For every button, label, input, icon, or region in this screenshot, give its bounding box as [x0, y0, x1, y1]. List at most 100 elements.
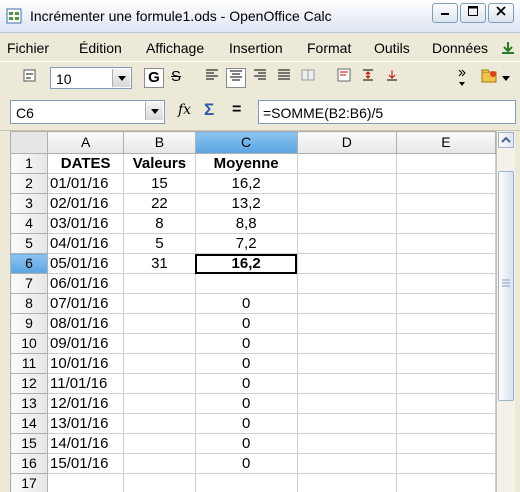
name-box[interactable]: C6: [10, 100, 165, 124]
cell-e4[interactable]: [395, 213, 496, 234]
vertical-scrollbar[interactable]: [496, 131, 515, 492]
row-header[interactable]: 4: [10, 213, 49, 234]
cell-d2[interactable]: [296, 173, 397, 194]
cell-e5[interactable]: [395, 233, 496, 254]
cell-d17[interactable]: [296, 473, 397, 492]
cell-e15[interactable]: [395, 433, 496, 454]
cell-c7[interactable]: [194, 273, 298, 294]
cell-a15[interactable]: 14/01/16: [47, 433, 125, 454]
row-header[interactable]: 9: [10, 313, 49, 334]
cell-d12[interactable]: [296, 373, 397, 394]
column-header-a[interactable]: A: [47, 131, 125, 154]
cell-b15[interactable]: [123, 433, 196, 454]
cell-c9[interactable]: 0: [194, 313, 298, 334]
row-header[interactable]: 15: [10, 433, 49, 454]
cell-b4[interactable]: 8: [123, 213, 196, 234]
cell-b6[interactable]: 31: [123, 253, 196, 274]
cell-a13[interactable]: 12/01/16: [47, 393, 125, 414]
formula-input[interactable]: =SOMME(B2:B6)/5: [258, 100, 516, 124]
wrap-text-button[interactable]: [334, 68, 354, 88]
cell-b16[interactable]: [123, 453, 196, 474]
menu-affichage[interactable]: Affichage: [146, 40, 204, 56]
row-header[interactable]: 10: [10, 333, 49, 354]
row-header[interactable]: 16: [10, 453, 49, 474]
toolbar-overflow-button[interactable]: [452, 68, 472, 88]
cell-d3[interactable]: [296, 193, 397, 214]
cell-a7[interactable]: 06/01/16: [47, 273, 125, 294]
font-size-dropdown-button[interactable]: [112, 69, 130, 87]
row-header[interactable]: 17: [10, 473, 49, 492]
bold-button[interactable]: G: [144, 68, 164, 88]
row-header[interactable]: 3: [10, 193, 49, 214]
column-header-b[interactable]: B: [123, 131, 196, 154]
menu-donnees[interactable]: Données: [432, 40, 488, 56]
cell-a8[interactable]: 07/01/16: [47, 293, 125, 314]
cell-b11[interactable]: [123, 353, 196, 374]
cell-c3[interactable]: 13,2: [194, 193, 298, 214]
cell-d6[interactable]: [296, 253, 397, 274]
cell-e13[interactable]: [395, 393, 496, 414]
menu-outils[interactable]: Outils: [374, 40, 410, 56]
cell-a6[interactable]: 05/01/16: [47, 253, 125, 274]
menu-fichier[interactable]: Fichier: [7, 40, 49, 56]
cell-b8[interactable]: [123, 293, 196, 314]
fill-handle[interactable]: [294, 271, 297, 273]
cell-b1[interactable]: Valeurs: [123, 153, 196, 174]
cell-b7[interactable]: [123, 273, 196, 294]
row-header[interactable]: 8: [10, 293, 49, 314]
cell-a14[interactable]: 13/01/16: [47, 413, 125, 434]
cell-a5[interactable]: 04/01/16: [47, 233, 125, 254]
cell-e3[interactable]: [395, 193, 496, 214]
cell-d11[interactable]: [296, 353, 397, 374]
scroll-up-button[interactable]: [498, 132, 514, 148]
merge-cells-button[interactable]: [298, 68, 318, 88]
cell-d14[interactable]: [296, 413, 397, 434]
cell-c10[interactable]: 0: [194, 333, 298, 354]
align-left-button[interactable]: [202, 68, 222, 88]
cell-b17[interactable]: [123, 473, 196, 492]
row-header[interactable]: 1: [10, 153, 49, 174]
download-icon[interactable]: [501, 41, 515, 55]
cell-d7[interactable]: [296, 273, 397, 294]
cell-b10[interactable]: [123, 333, 196, 354]
cell-c11[interactable]: 0: [194, 353, 298, 374]
styles-button[interactable]: [20, 68, 40, 88]
cell-b5[interactable]: 5: [123, 233, 196, 254]
select-all-corner[interactable]: [10, 131, 49, 154]
cell-a17[interactable]: [47, 473, 125, 492]
cell-e17[interactable]: [395, 473, 496, 492]
cell-d4[interactable]: [296, 213, 397, 234]
row-header[interactable]: 5: [10, 233, 49, 254]
cell-b13[interactable]: [123, 393, 196, 414]
cell-a16[interactable]: 15/01/16: [47, 453, 125, 474]
row-header[interactable]: 2: [10, 173, 49, 194]
cell-e7[interactable]: [395, 273, 496, 294]
maximize-button[interactable]: [460, 3, 486, 23]
minimize-button[interactable]: [432, 3, 458, 23]
cell-a9[interactable]: 08/01/16: [47, 313, 125, 334]
close-button[interactable]: [488, 3, 514, 23]
cell-a1[interactable]: DATES: [47, 153, 125, 174]
row-header[interactable]: 12: [10, 373, 49, 394]
column-header-c[interactable]: C: [194, 131, 298, 154]
scroll-thumb[interactable]: [498, 171, 514, 401]
cell-c16[interactable]: 0: [194, 453, 298, 474]
cell-d10[interactable]: [296, 333, 397, 354]
justify-button[interactable]: [274, 68, 294, 88]
menu-edition[interactable]: Édition: [79, 40, 122, 56]
row-header[interactable]: 11: [10, 353, 49, 374]
cell-b14[interactable]: [123, 413, 196, 434]
cell-a11[interactable]: 10/01/16: [47, 353, 125, 374]
menu-format[interactable]: Format: [307, 40, 351, 56]
row-header[interactable]: 14: [10, 413, 49, 434]
font-size-combo[interactable]: 10: [50, 67, 132, 89]
cell-e12[interactable]: [395, 373, 496, 394]
cell-e16[interactable]: [395, 453, 496, 474]
align-right-button[interactable]: [250, 68, 270, 88]
cell-a2[interactable]: 01/01/16: [47, 173, 125, 194]
row-header[interactable]: 7: [10, 273, 49, 294]
cell-b12[interactable]: [123, 373, 196, 394]
column-header-d[interactable]: D: [296, 131, 397, 154]
cell-b9[interactable]: [123, 313, 196, 334]
cell-d9[interactable]: [296, 313, 397, 334]
